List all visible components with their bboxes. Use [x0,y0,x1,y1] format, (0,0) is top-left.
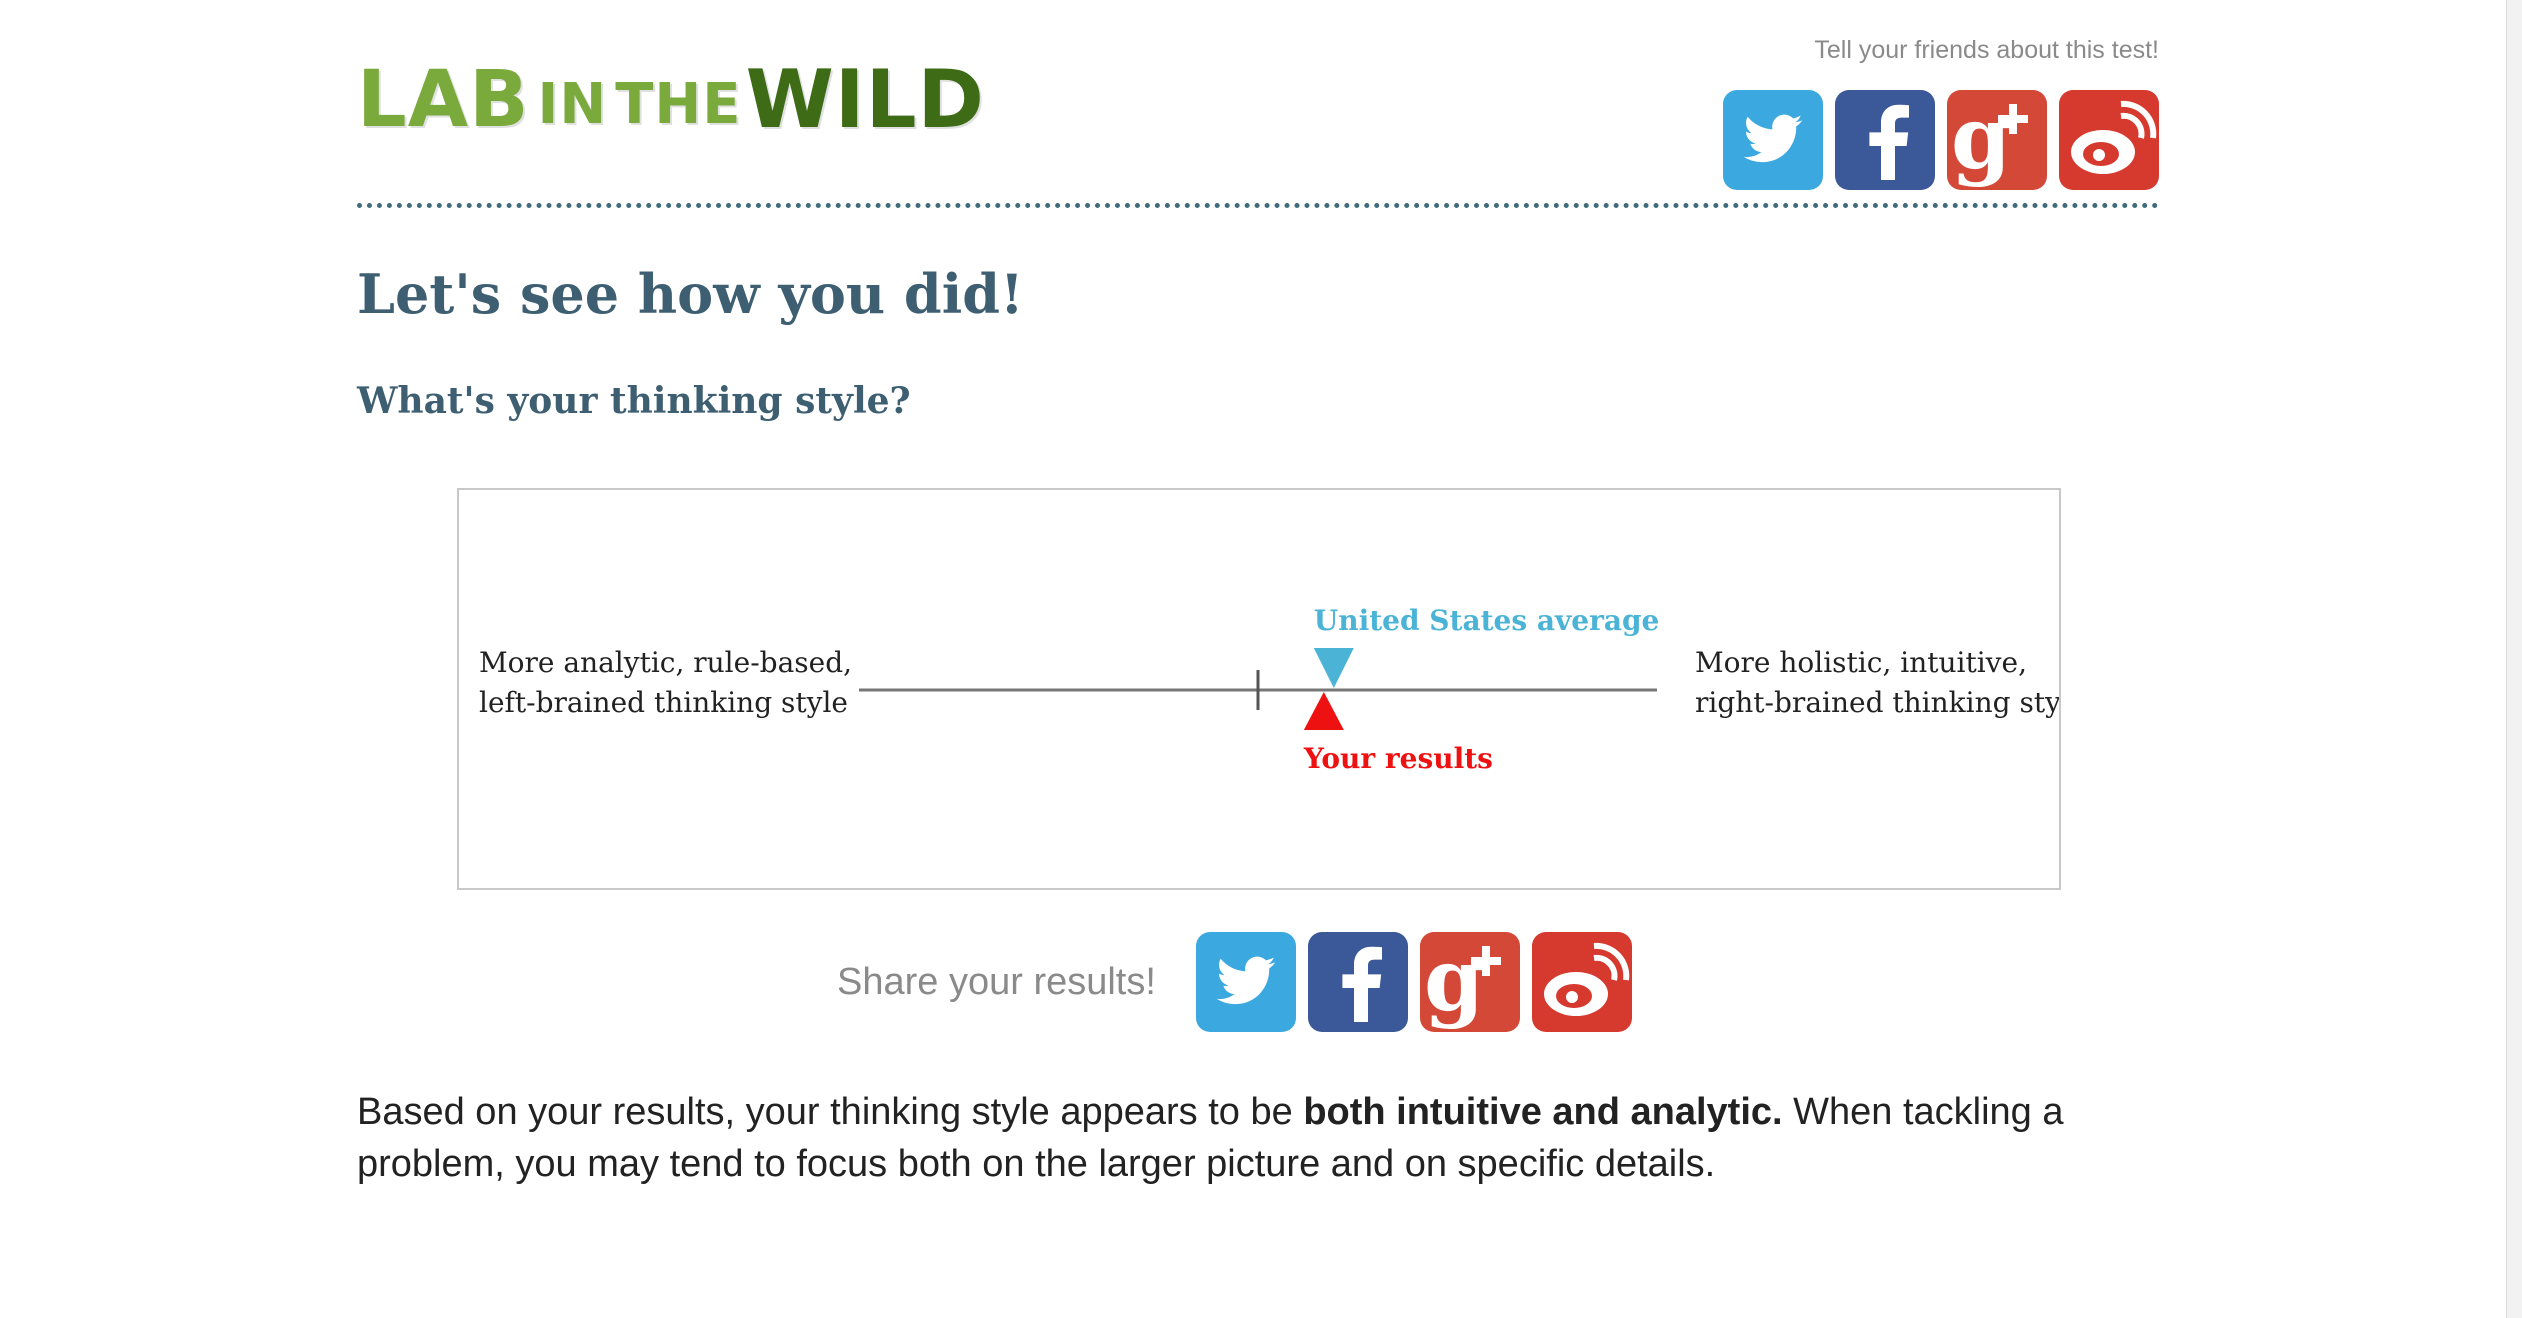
twitter-icon [1743,114,1803,163]
right-scale-label-line: right-brained thinking style [1695,686,2059,719]
svg-text:g: g [1424,932,1484,1031]
header-google-plus-button[interactable]: g [1947,90,2047,190]
svg-text:g: g [1951,90,2011,189]
header-twitter-button[interactable] [1723,90,1823,190]
share-results-row: Share your results! g [837,932,1632,1032]
google-plus-icon: g [1424,932,1501,1031]
right-scale-label-line: More holistic, intuitive, [1695,646,2027,679]
results-share-buttons: g [1195,932,1632,1032]
page-title: Let's see how you did! [357,262,1024,326]
facebook-icon [1869,104,1909,180]
united-states-average-marker [1313,648,1354,688]
thinking-style-chart: More analytic, rule-based, left-brained t… [457,488,2061,890]
results-facebook-button[interactable] [1307,932,1408,1032]
left-scale-label-line: More analytic, rule-based, [479,646,852,679]
page-subtitle: What's your thinking style? [357,380,911,422]
header-weibo-button[interactable] [2059,90,2159,190]
left-scale-label-line: left-brained thinking style [479,686,848,719]
results-weibo-button[interactable] [1531,932,1632,1032]
weibo-icon [2071,100,2157,174]
your-results-label: Your results [1303,742,1493,775]
twitter-icon [1216,956,1276,1005]
page: LAB IN THE WILD Tell your friends about … [357,0,2159,1318]
header-share-buttons: g [1723,90,2159,190]
header-divider [357,203,2159,208]
header-facebook-button[interactable] [1835,90,1935,190]
result-description: Based on your results, your thinking sty… [357,1086,2159,1190]
thinking-style-scale: More analytic, rule-based, left-brained t… [479,604,2059,775]
labinthewild-logo[interactable]: LAB IN THE WILD [357,50,985,141]
tell-friends-text: Tell your friends about this test! [1814,36,2159,64]
google-plus-icon: g [1951,90,2028,189]
result-prefix: Based on your results, your thinking sty… [357,1091,1304,1133]
weibo-icon [1543,942,1630,1016]
results-google-plus-button[interactable]: g [1419,932,1520,1032]
facebook-icon [1342,946,1382,1022]
scrollbar[interactable] [2506,0,2522,1318]
results-twitter-button[interactable] [1195,932,1296,1032]
united-states-average-label: United States average [1314,604,1660,637]
your-results-marker [1303,692,1344,730]
result-emphasis: both intuitive and analytic. [1303,1091,1783,1133]
share-results-label: Share your results! [837,960,1156,1003]
